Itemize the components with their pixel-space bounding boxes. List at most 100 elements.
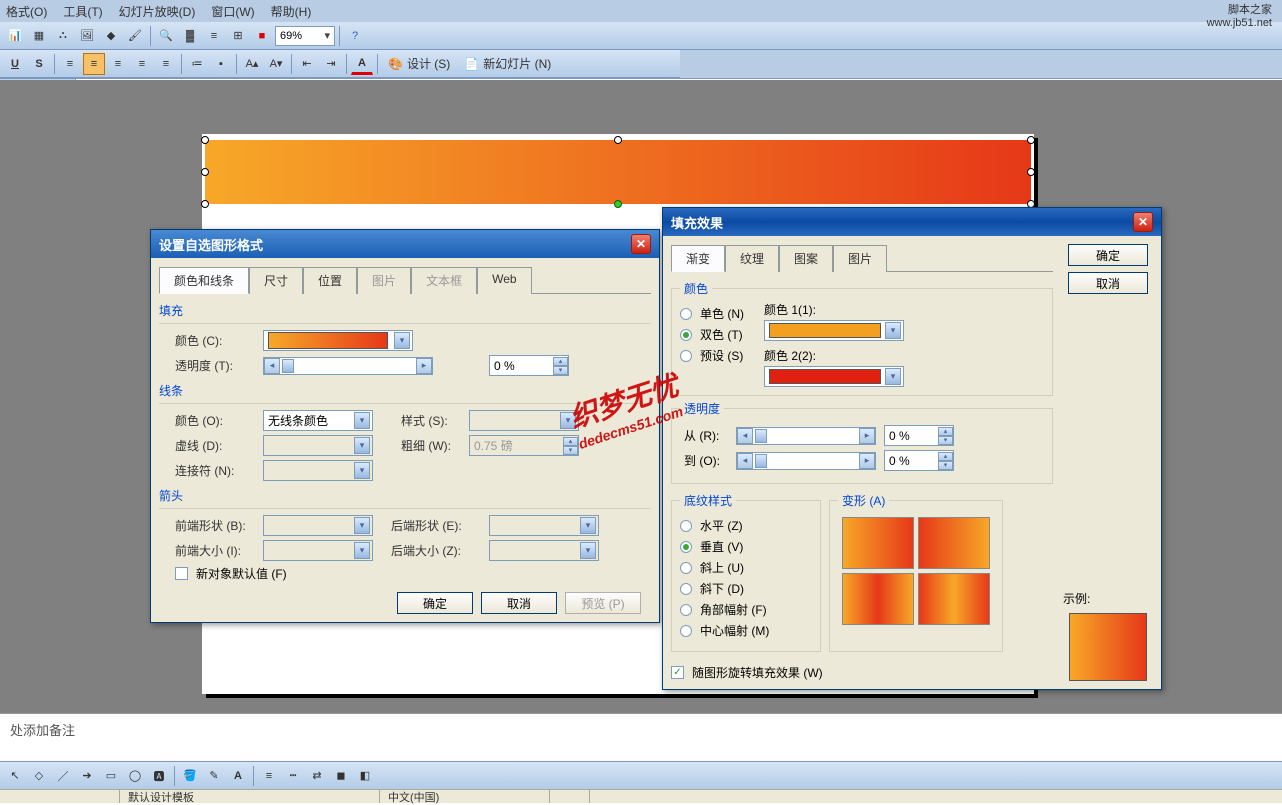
horizontal-radio[interactable] [680,520,692,532]
chevron-down-icon[interactable]: ▾ [885,322,901,339]
tab-size[interactable]: 尺寸 [249,267,303,294]
align-left-icon[interactable]: ≡ [59,53,81,75]
align-justify-icon[interactable]: ≡ [131,53,153,75]
chart-icon[interactable]: 📊 [4,25,26,47]
line-icon[interactable]: ／ [52,765,74,787]
textbox-icon[interactable]: 🅰 [148,765,170,787]
to-slider[interactable]: ◂▸ [736,452,876,470]
arrow-right-icon[interactable]: ▸ [416,358,432,374]
one-color-radio[interactable] [680,308,692,320]
from-spin[interactable]: 0 %▴▾ [884,425,954,446]
slider-thumb[interactable] [282,359,294,373]
tab-position[interactable]: 位置 [303,267,357,294]
from-slider[interactable]: ◂▸ [736,427,876,445]
color1-combo[interactable]: ▾ [764,320,904,341]
fill-color-icon[interactable]: 🪣 [179,765,201,787]
help-icon[interactable]: ? [344,25,366,47]
dialog1-titlebar[interactable]: 设置自选图形格式 ✕ [151,230,659,258]
line-color2-icon[interactable]: ✎ [203,765,225,787]
rotate-checkbox[interactable]: ✓ [671,666,684,679]
chevron-down-icon[interactable]: ▾ [885,368,901,385]
menu-tools[interactable]: 工具(T) [63,3,102,20]
cancel-button[interactable]: 取消 [481,592,557,614]
decrease-indent-icon[interactable]: ⇤ [296,53,318,75]
underline-icon[interactable]: U [4,53,26,75]
close-icon[interactable]: ✕ [1133,212,1153,232]
rectangle-icon[interactable]: ▭ [100,765,122,787]
zoom-icon[interactable]: 🔍 [155,25,177,47]
align-right-icon[interactable]: ≡ [107,53,129,75]
to-spin[interactable]: 0 %▴▾ [884,450,954,471]
variant-2[interactable] [918,517,990,569]
tab-gradient[interactable]: 渐变 [671,245,725,272]
ok-button[interactable]: 确定 [397,592,473,614]
3d-style-icon[interactable]: ◧ [354,765,376,787]
two-color-radio[interactable] [680,329,692,341]
zoom-combo[interactable]: 69%▾ [275,26,335,46]
table-icon[interactable]: ▦ [28,25,50,47]
numbering-icon[interactable]: ≔ [186,53,208,75]
color1-label: 颜色 1(1): [764,301,904,318]
selected-shape[interactable] [205,140,1031,204]
from-center-radio[interactable] [680,625,692,637]
color2-combo[interactable]: ▾ [764,366,904,387]
dash-style-icon[interactable]: ┅ [282,765,304,787]
line-color-combo[interactable]: 无线条颜色 ▾ [263,410,373,431]
font-color2-icon[interactable]: A [227,765,249,787]
dialog2-titlebar[interactable]: 填充效果 ✕ [663,208,1161,236]
new-slide-button[interactable]: 📄 新幻灯片 (N) [458,53,557,75]
shadow-icon[interactable]: S [28,53,50,75]
grid-icon[interactable]: ⊞ [227,25,249,47]
color-scheme-icon[interactable]: ■ [251,25,273,47]
close-icon[interactable]: ✕ [631,234,651,254]
ok-button[interactable]: 确定 [1068,244,1148,266]
tab-pattern[interactable]: 图案 [779,245,833,272]
line-color-label: 颜色 (O): [175,412,255,429]
tab-color-lines[interactable]: 颜色和线条 [159,267,249,294]
transparency-slider[interactable]: ◂ ▸ [263,357,433,375]
tab-web[interactable]: Web [477,267,531,294]
variant-3[interactable] [842,573,914,625]
from-corner-radio[interactable] [680,604,692,616]
diag-up-radio[interactable] [680,562,692,574]
chevron-down-icon[interactable]: ▾ [394,332,410,349]
select-icon[interactable]: ↖ [4,765,26,787]
increase-indent-icon[interactable]: ⇥ [320,53,342,75]
arrow-icon[interactable]: ➔ [76,765,98,787]
menu-window[interactable]: 窗口(W) [211,3,254,20]
autoshapes-icon[interactable]: ◇ [28,765,50,787]
default-checkbox[interactable] [175,567,188,580]
variant-1[interactable] [842,517,914,569]
tab-picture2[interactable]: 图片 [833,245,887,272]
variant-4[interactable] [918,573,990,625]
cancel-button[interactable]: 取消 [1068,272,1148,294]
shapes-icon[interactable]: ◆ [100,25,122,47]
align-center-icon[interactable]: ≡ [83,53,105,75]
chevron-down-icon[interactable]: ▾ [354,412,370,429]
font-color-icon[interactable]: A [351,53,373,75]
transparency-spin[interactable]: 0 % ▴▾ [489,355,569,376]
show-format-icon[interactable]: ≡ [203,25,225,47]
arrow-left-icon[interactable]: ◂ [264,358,280,374]
clipart-icon[interactable]: 🖼 [76,25,98,47]
tab-texture[interactable]: 纹理 [725,245,779,272]
distributed-icon[interactable]: ≡ [155,53,177,75]
shadow-style-icon[interactable]: ◼ [330,765,352,787]
line-style2-icon[interactable]: ≡ [258,765,280,787]
decrease-font-icon[interactable]: A▾ [265,53,287,75]
design-button[interactable]: 🎨 设计 (S) [382,53,456,75]
increase-font-icon[interactable]: A▴ [241,53,263,75]
menu-help[interactable]: 帮助(H) [271,3,312,20]
orgchart-icon[interactable]: ⛬ [52,25,74,47]
paint-icon[interactable]: 🖌 [124,25,146,47]
vertical-radio[interactable] [680,541,692,553]
fill-color-combo[interactable]: ▾ [263,330,413,351]
oval-icon[interactable]: ◯ [124,765,146,787]
color-toggle-icon[interactable]: ▓ [179,25,201,47]
arrow-style-icon[interactable]: ⇄ [306,765,328,787]
menu-format[interactable]: 格式(O) [6,3,47,20]
preset-radio[interactable] [680,350,692,362]
menu-slideshow[interactable]: 幻灯片放映(D) [119,3,196,20]
diag-down-radio[interactable] [680,583,692,595]
bullets-icon[interactable]: ▪ [210,53,232,75]
